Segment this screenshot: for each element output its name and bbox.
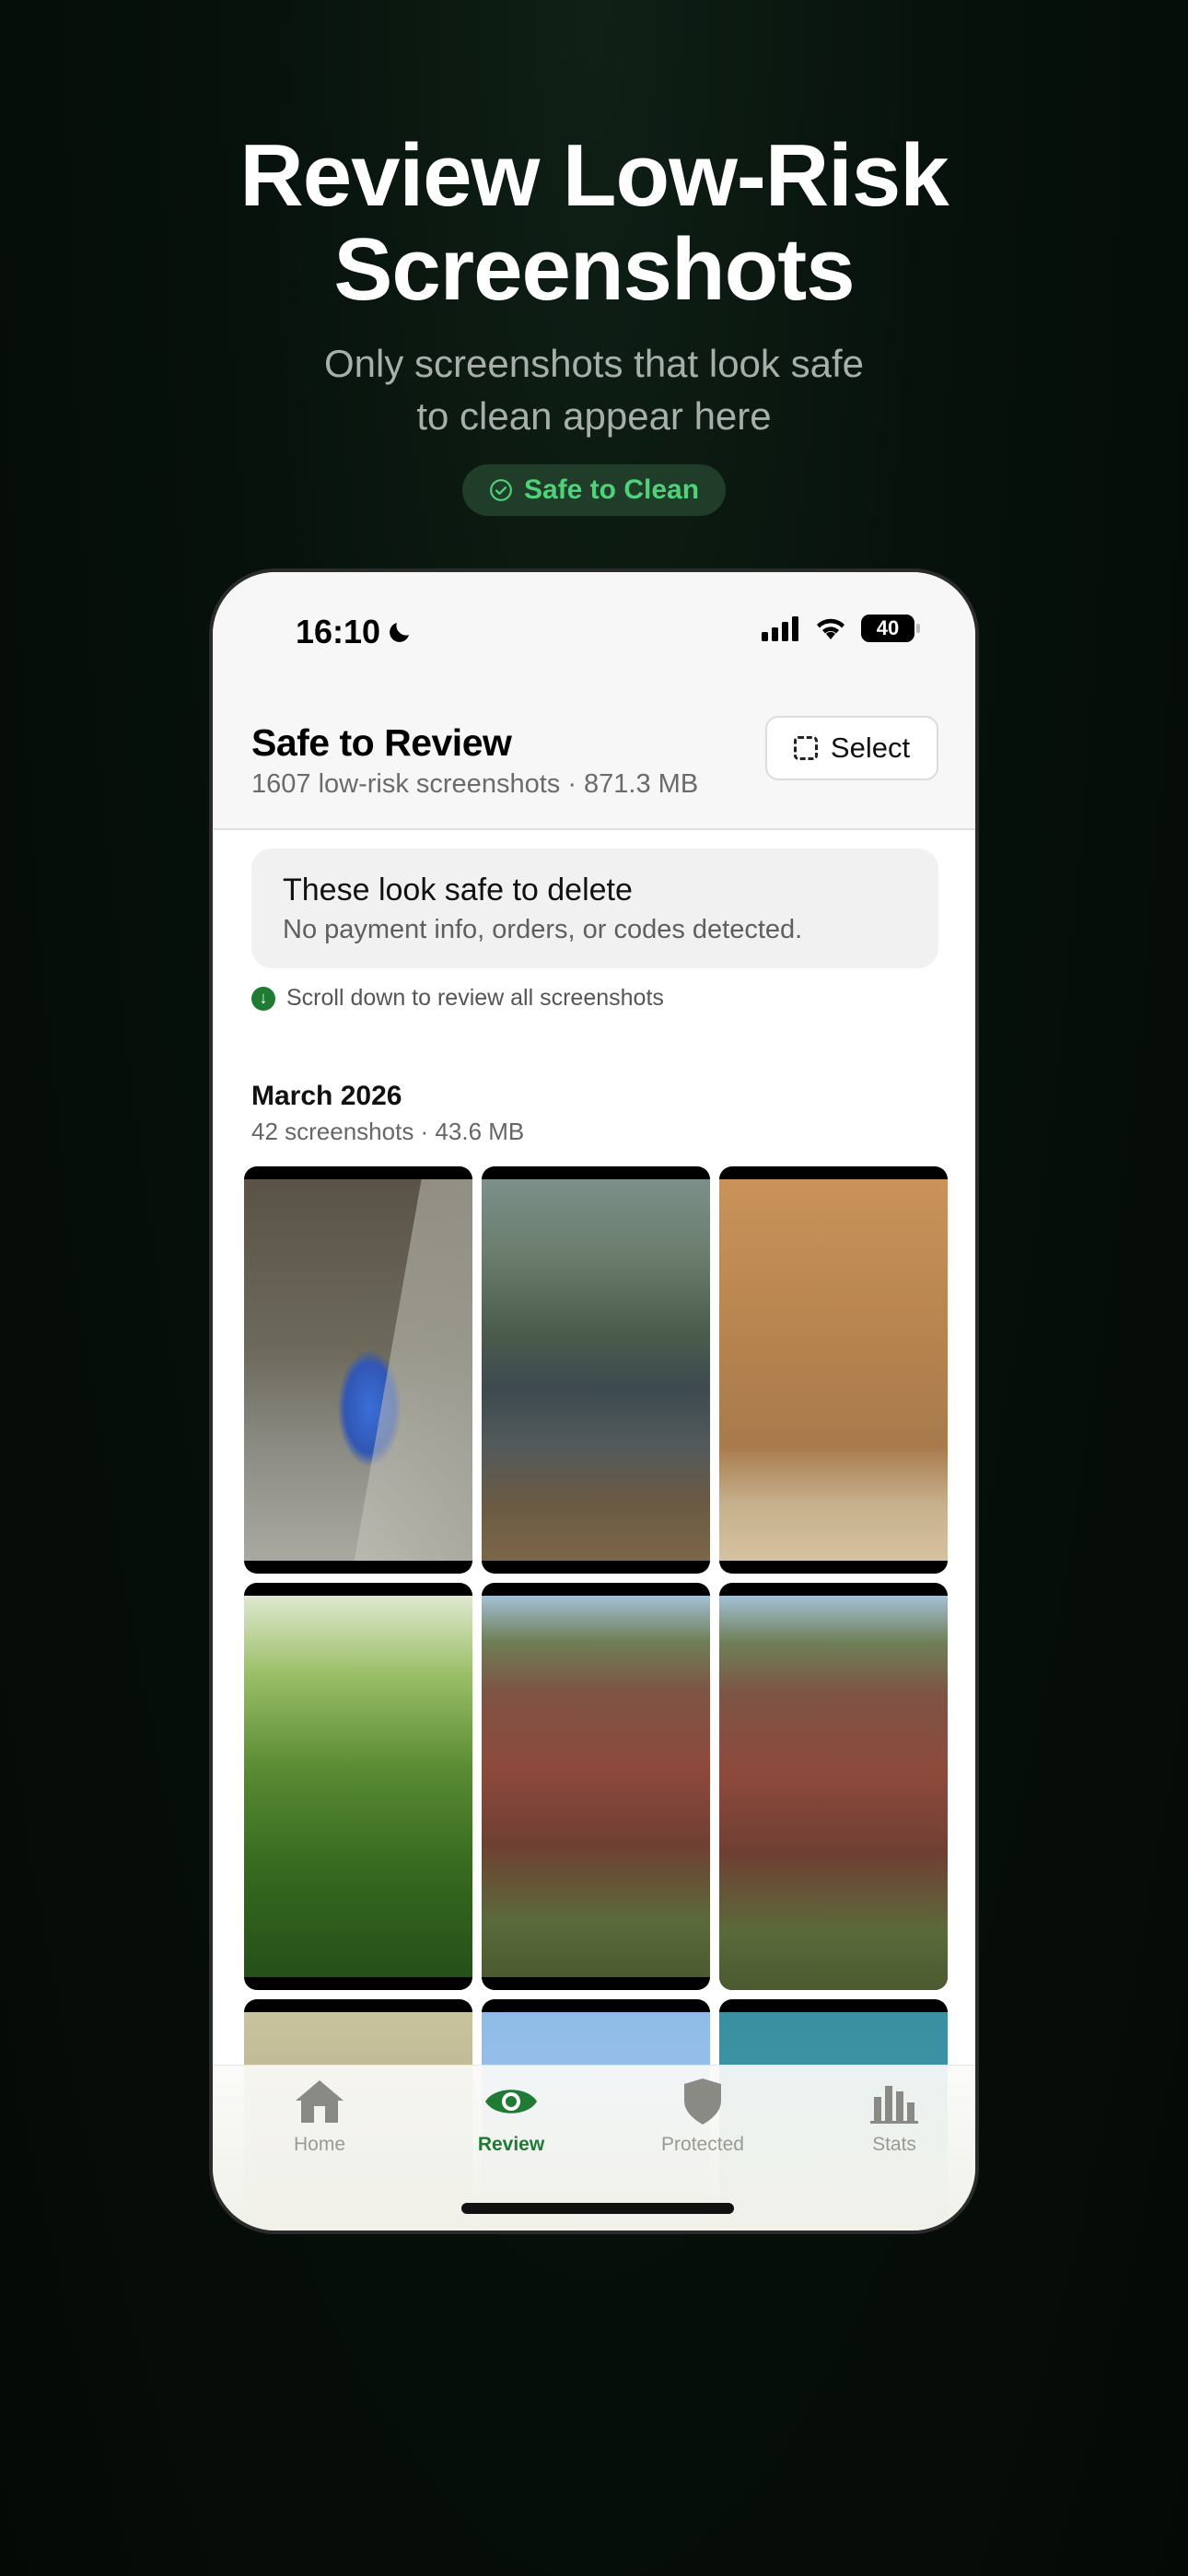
section-subtitle: 42 screenshots · 43.6 MB: [251, 1118, 525, 1145]
tab-protected-label: Protected: [661, 2134, 744, 2155]
bar-chart-icon: [870, 2086, 918, 2124]
tab-stats[interactable]: Stats: [830, 2077, 959, 2156]
status-time: 16:10: [296, 613, 413, 651]
select-icon: [793, 736, 818, 760]
safe-notice-card: These look safe to delete No payment inf…: [251, 849, 938, 968]
hero-title: Review Low-Risk Screenshots: [239, 126, 949, 319]
select-button[interactable]: Select: [765, 716, 938, 780]
screenshot-thumbnail[interactable]: [244, 1166, 472, 1574]
page-header: Safe to Review 1607 low-risk screenshots…: [213, 692, 975, 830]
hero-subtitle: Only screenshots that look safe to clean…: [0, 337, 1188, 442]
notice-subtitle: No payment info, orders, or codes detect…: [283, 915, 803, 944]
status-bar: 16:10 40: [213, 572, 975, 692]
tab-bar: Home Review Protected Stats: [213, 2065, 975, 2231]
tab-stats-label: Stats: [872, 2134, 916, 2155]
page-subtitle: 1607 low-risk screenshots · 871.3 MB: [251, 769, 699, 799]
select-label: Select: [830, 732, 911, 764]
page-title: Safe to Review: [251, 721, 512, 764]
hero-subtitle-line-2: to clean appear here: [416, 394, 772, 438]
scroll-hint: ↓ Scroll down to review all screenshots: [251, 985, 664, 1012]
wifi-icon: [817, 618, 844, 639]
hero-subtitle-line-1: Only screenshots that look safe: [324, 342, 864, 385]
section-title: March 2026: [251, 1081, 402, 1111]
home-indicator[interactable]: [461, 2203, 734, 2214]
time-text: 16:10: [296, 613, 381, 650]
tab-protected[interactable]: Protected: [638, 2077, 767, 2156]
pill-label: Safe to Clean: [523, 474, 700, 505]
notice-title: These look safe to delete: [283, 872, 633, 907]
tab-review[interactable]: Review: [447, 2077, 576, 2156]
eye-icon: [485, 2090, 537, 2113]
moon-icon: [390, 623, 410, 642]
status-right: 40: [762, 615, 920, 642]
shield-icon: [684, 2078, 721, 2125]
screenshot-thumbnail[interactable]: [482, 1583, 710, 1990]
scroll-hint-text: Scroll down to review all screenshots: [286, 985, 664, 1011]
tab-review-label: Review: [477, 2134, 545, 2155]
screenshot-thumbnail[interactable]: [719, 1583, 948, 1990]
signal-icon: [762, 616, 798, 641]
screenshot-thumbnail[interactable]: [482, 1166, 710, 1574]
check-circle-icon: [490, 479, 512, 501]
home-icon: [296, 2080, 344, 2123]
screenshot-thumbnail[interactable]: [244, 1583, 472, 1990]
arrow-down-circle-icon: ↓: [251, 986, 275, 1011]
phone-frame: 16:10 40 Safe to Review 1607 low-risk sc…: [209, 568, 979, 2234]
screenshot-thumbnail[interactable]: [719, 1166, 948, 1574]
safe-to-clean-pill: Safe to Clean: [462, 464, 726, 516]
tab-home-label: Home: [293, 2134, 346, 2155]
tab-home[interactable]: Home: [255, 2077, 384, 2156]
battery-icon: 40: [861, 615, 920, 642]
